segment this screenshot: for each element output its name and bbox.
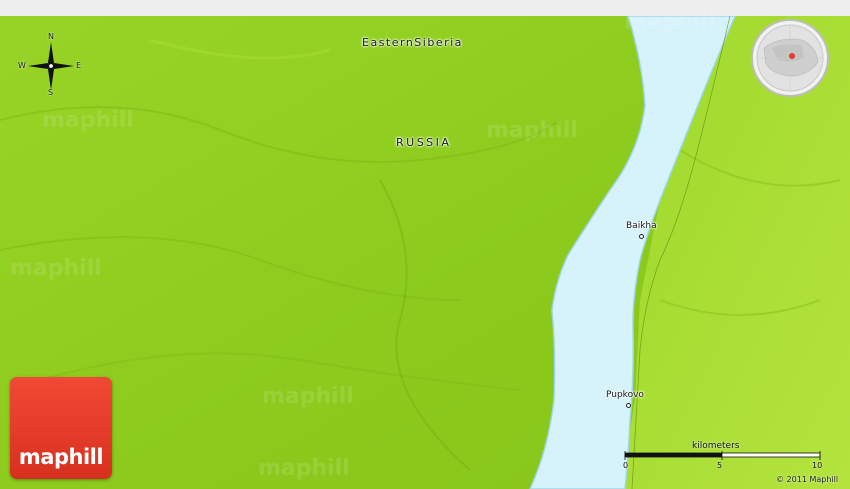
scale-tick-0: 0	[623, 461, 629, 470]
watermark: maphill	[262, 384, 354, 409]
locator-globe	[750, 18, 830, 98]
terrain-map	[0, 0, 850, 489]
town-marker	[626, 403, 631, 408]
logo-text: maphill	[18, 445, 104, 469]
town-label-pupkovo: Pupkovo	[606, 390, 644, 400]
copyright-notice: © 2011 Maphill	[776, 475, 839, 484]
scale-tick-5: 5	[717, 461, 723, 470]
compass-east-label: E	[76, 61, 82, 70]
scale-tick-10: 10	[812, 461, 823, 470]
compass-west-label: W	[18, 61, 26, 70]
country-label: RUSSIA	[396, 136, 452, 149]
watermark: maphill	[624, 10, 716, 35]
maphill-logo[interactable]: maphill	[10, 377, 112, 479]
watermark: maphill	[258, 456, 350, 481]
scale-bar: kilometers 0 5 10	[620, 441, 830, 471]
compass-rose: N S E W	[16, 32, 86, 98]
region-label: EasternSiberia	[362, 36, 463, 49]
town-marker	[639, 234, 644, 239]
watermark: maphill	[42, 108, 134, 133]
globe-icon	[751, 19, 829, 97]
scale-ruler	[624, 451, 821, 460]
watermark: maphill	[10, 256, 102, 281]
watermark: maphill	[486, 118, 578, 143]
compass-north-label: N	[48, 32, 54, 41]
compass-south-label: S	[48, 88, 54, 97]
map-view[interactable]: maphill maphill maphill maphill maphill …	[0, 0, 850, 489]
top-strip	[0, 0, 850, 16]
town-label-baikha: Baikha	[626, 221, 657, 231]
